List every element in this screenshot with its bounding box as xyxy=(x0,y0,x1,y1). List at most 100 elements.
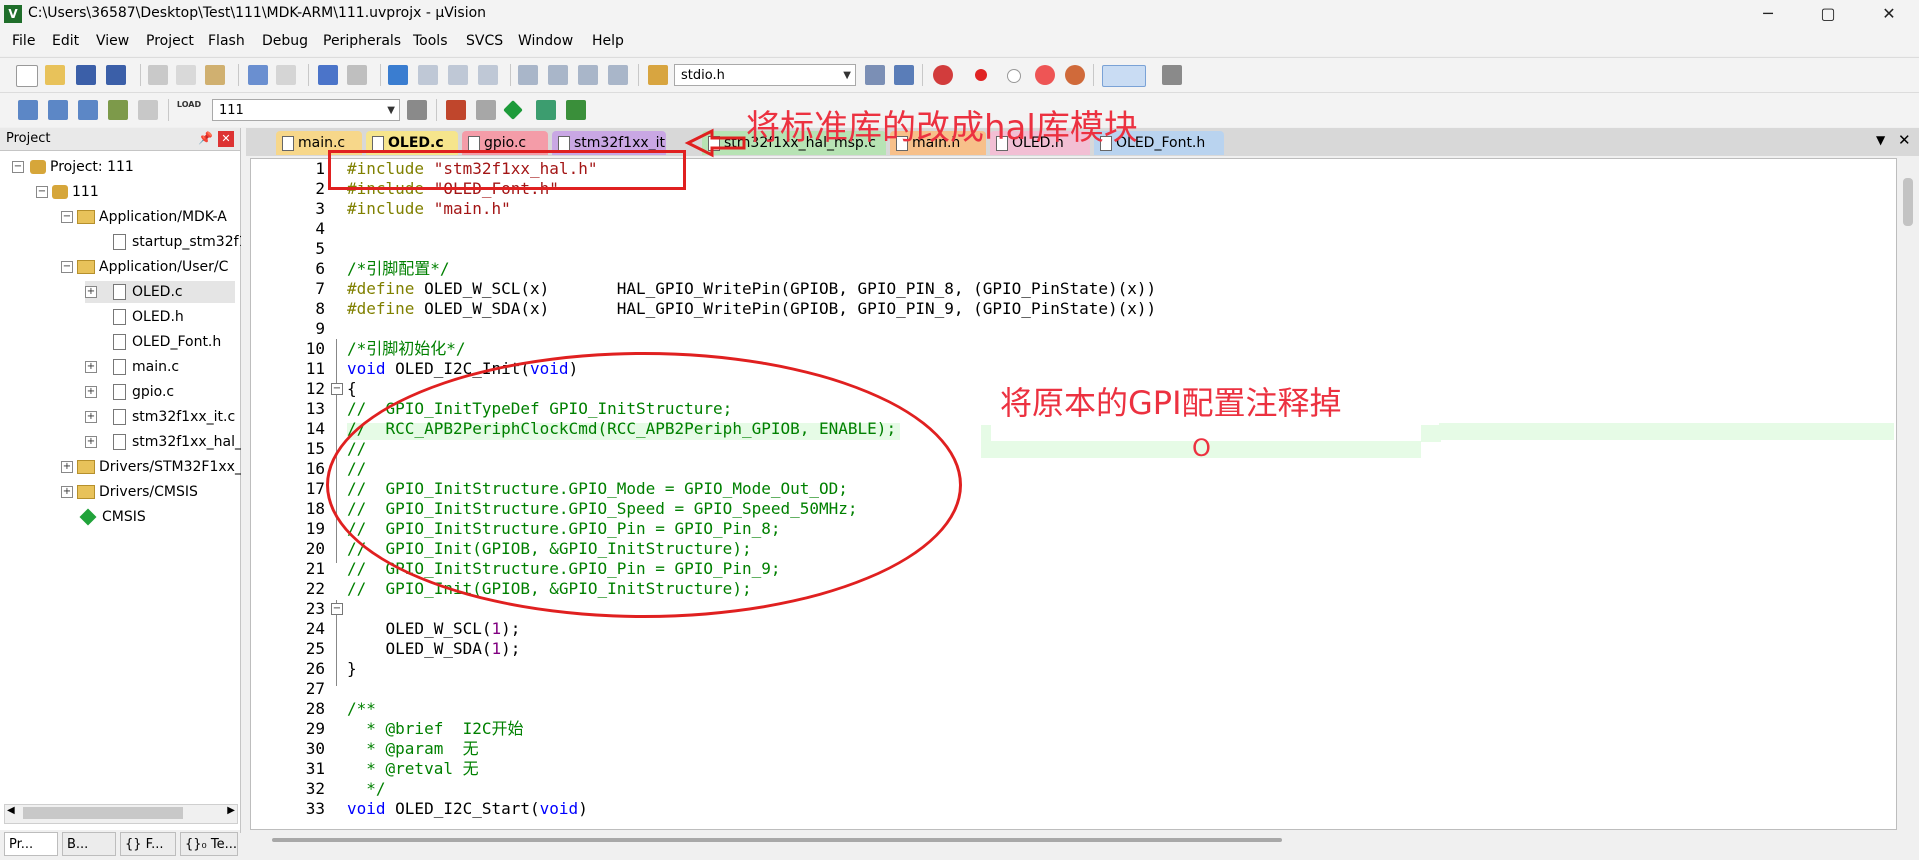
collapse-icon[interactable]: − xyxy=(36,186,48,198)
scroll-left-icon[interactable]: ◀ xyxy=(7,805,15,816)
find-icon[interactable] xyxy=(894,65,914,85)
uncomment-icon[interactable] xyxy=(608,65,628,85)
file-icon xyxy=(113,359,126,375)
code-line: 32 */ xyxy=(305,779,386,798)
expand-icon[interactable]: + xyxy=(85,436,97,448)
expand-icon[interactable]: + xyxy=(85,411,97,423)
scroll-right-icon[interactable]: ▶ xyxy=(227,805,235,816)
save-icon[interactable] xyxy=(76,65,96,85)
window-layout-icon[interactable] xyxy=(1102,65,1146,87)
scroll-thumb[interactable] xyxy=(23,807,183,819)
kill-breakpoints-icon[interactable] xyxy=(1065,65,1085,85)
copy-icon[interactable] xyxy=(176,65,196,85)
save-all-icon[interactable] xyxy=(106,65,126,85)
translate-icon[interactable] xyxy=(18,100,38,120)
find-in-files-icon[interactable] xyxy=(648,65,668,85)
cut-icon[interactable] xyxy=(148,65,168,85)
menu-debug[interactable]: Debug xyxy=(262,33,308,49)
tree-item-file[interactable]: + stm32f1xx_hal_r xyxy=(85,431,241,453)
open-file-icon[interactable] xyxy=(45,65,65,85)
indent-icon[interactable] xyxy=(518,65,538,85)
find-combo[interactable]: stdio.h ▼ xyxy=(674,64,856,86)
menu-flash[interactable]: Flash xyxy=(208,33,245,49)
batch-build-icon[interactable] xyxy=(108,100,128,120)
tab-templates[interactable]: {}₀ Te... xyxy=(180,832,238,856)
redo-icon[interactable] xyxy=(276,65,296,85)
expand-icon[interactable]: + xyxy=(61,461,73,473)
select-packs-icon[interactable] xyxy=(503,100,523,120)
menu-edit[interactable]: Edit xyxy=(52,33,79,49)
expand-icon[interactable]: + xyxy=(61,486,73,498)
tree-item-folder[interactable]: − Application/MDK-A xyxy=(61,206,241,228)
close-panel-icon[interactable]: ✕ xyxy=(218,131,234,147)
file-extensions-icon[interactable] xyxy=(446,100,466,120)
expand-icon[interactable]: + xyxy=(85,286,97,298)
rebuild-icon[interactable] xyxy=(78,100,98,120)
tab-project[interactable]: Pr... xyxy=(4,832,58,856)
tree-item-folder[interactable]: + Drivers/STM32F1xx_ xyxy=(61,456,241,478)
next-bookmark-icon[interactable] xyxy=(448,65,468,85)
prev-bookmark-icon[interactable] xyxy=(418,65,438,85)
download-icon[interactable]: LOAD xyxy=(176,100,202,120)
unindent-icon[interactable] xyxy=(548,65,568,85)
scroll-thumb[interactable] xyxy=(272,838,1282,842)
new-file-icon[interactable] xyxy=(16,65,38,87)
undo-icon[interactable] xyxy=(248,65,268,85)
scroll-thumb[interactable] xyxy=(1903,178,1913,226)
navigate-forward-icon[interactable] xyxy=(347,65,367,85)
configure-icon[interactable] xyxy=(1162,65,1182,85)
navigate-back-icon[interactable] xyxy=(318,65,338,85)
pin-icon[interactable]: 📌 xyxy=(198,131,213,145)
menu-file[interactable]: File xyxy=(12,33,35,49)
expand-icon[interactable]: + xyxy=(85,386,97,398)
disable-breakpoints-icon[interactable] xyxy=(1035,65,1055,85)
comment-icon[interactable] xyxy=(578,65,598,85)
menu-help[interactable]: Help xyxy=(592,33,624,49)
bookmark-icon[interactable] xyxy=(388,65,408,85)
insert-breakpoint-icon[interactable] xyxy=(975,69,987,81)
tree-item-folder[interactable]: − Application/User/C xyxy=(61,256,241,278)
menu-tools[interactable]: Tools xyxy=(413,33,448,49)
debug-session-icon[interactable] xyxy=(933,65,953,85)
file-icon xyxy=(113,434,126,450)
tree-item-file[interactable]: startup_stm32f1 xyxy=(113,231,241,253)
code-line: 8 #define OLED_W_SDA(x) HAL_GPIO_WritePin… xyxy=(315,299,1157,318)
collapse-icon[interactable]: − xyxy=(61,211,73,223)
manage-components-icon[interactable] xyxy=(566,100,586,120)
stop-build-icon[interactable] xyxy=(138,100,158,120)
expand-icon[interactable]: + xyxy=(85,361,97,373)
manage-run-time-icon[interactable] xyxy=(476,100,496,120)
tree-item-file[interactable]: OLED_Font.h xyxy=(113,331,221,353)
tree-item-component[interactable]: CMSIS xyxy=(79,506,146,528)
clear-bookmarks-icon[interactable] xyxy=(478,65,498,85)
project-horizontal-scrollbar[interactable]: ◀ ▶ xyxy=(4,804,238,824)
tab-list-dropdown-icon[interactable]: ▼ xyxy=(1876,133,1885,147)
pack-installer-icon[interactable] xyxy=(536,100,556,120)
menu-project[interactable]: Project xyxy=(146,33,194,49)
close-editor-icon[interactable]: ✕ xyxy=(1898,131,1911,149)
incremental-find-icon[interactable] xyxy=(865,65,885,85)
tree-item-file-selected[interactable]: + OLED.c xyxy=(85,281,235,303)
collapse-icon[interactable]: − xyxy=(12,161,24,173)
menu-svcs[interactable]: SVCS xyxy=(466,33,503,49)
menu-peripherals[interactable]: Peripherals xyxy=(323,33,401,49)
tree-item-file[interactable]: + stm32f1xx_it.c xyxy=(85,406,241,428)
enable-breakpoint-icon[interactable] xyxy=(1007,69,1021,83)
menu-view[interactable]: View xyxy=(96,33,129,49)
target-options-icon[interactable] xyxy=(407,100,427,120)
target-combo[interactable]: 111 ▼ xyxy=(212,99,400,121)
panel-tabs: Pr... B... {} F... {}₀ Te... xyxy=(0,830,240,860)
collapse-icon[interactable]: − xyxy=(61,261,73,273)
editor-vertical-scrollbar[interactable] xyxy=(1898,158,1919,828)
annotation-ellipse-gpio xyxy=(326,352,962,618)
tab-functions[interactable]: {} F... xyxy=(120,832,176,856)
minimize-button[interactable]: ─ xyxy=(1745,2,1791,26)
editor-horizontal-scrollbar[interactable] xyxy=(250,830,1895,850)
maximize-button[interactable]: ▢ xyxy=(1805,2,1851,26)
close-button[interactable]: ✕ xyxy=(1866,2,1912,26)
paste-icon[interactable] xyxy=(205,65,225,85)
tree-item-file[interactable]: OLED.h xyxy=(113,306,184,328)
menu-window[interactable]: Window xyxy=(518,33,573,49)
build-icon[interactable] xyxy=(48,100,68,120)
tab-books[interactable]: B... xyxy=(62,832,116,856)
